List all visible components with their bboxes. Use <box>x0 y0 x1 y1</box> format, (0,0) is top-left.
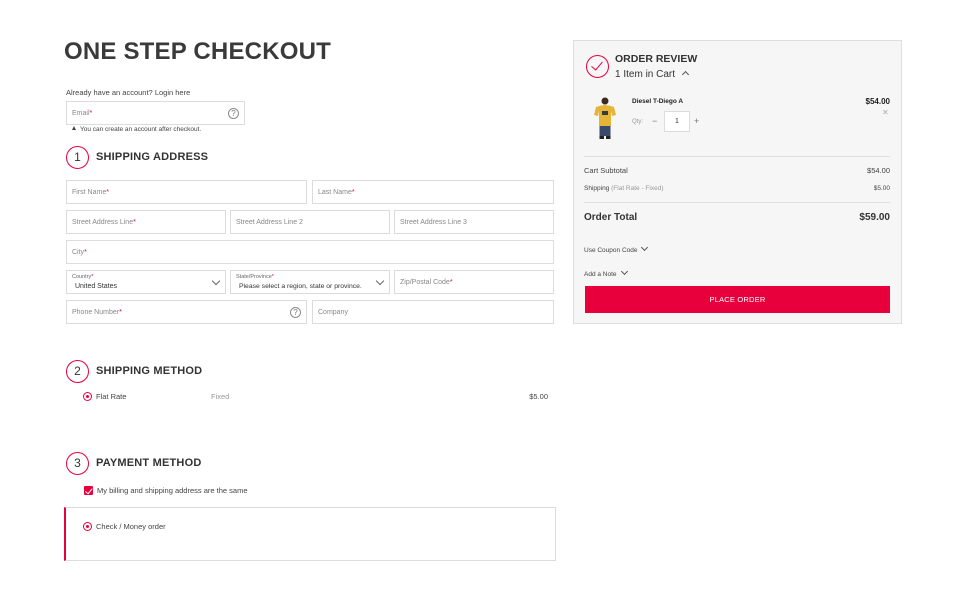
street-line-1-field[interactable]: Street Address Line* <box>66 210 226 234</box>
chevron-up-icon <box>681 70 689 79</box>
phone-placeholder: Phone Number* <box>72 309 122 316</box>
qty-input[interactable]: 1 <box>664 111 690 132</box>
country-select[interactable]: Country* United States <box>66 270 226 294</box>
order-total-label: Order Total <box>584 212 638 223</box>
same-address-label: My billing and shipping address are the … <box>97 486 248 495</box>
last-name-field[interactable]: Last Name* <box>312 180 554 204</box>
coupon-code-link[interactable]: Use Coupon Code <box>584 243 649 254</box>
payment-option-box[interactable] <box>64 507 556 561</box>
question-circle-icon[interactable]: ? <box>228 108 239 119</box>
divider <box>584 156 890 157</box>
items-in-cart-toggle[interactable]: 1 Item in Cart <box>615 69 689 80</box>
state-value: Please select a region, state or provinc… <box>239 283 362 290</box>
flat-rate-label: Flat Rate <box>96 392 127 401</box>
shipping-method-title: SHIPPING METHOD <box>96 365 203 377</box>
product-price: $54.00 <box>865 97 890 106</box>
flat-rate-price: $5.00 <box>529 392 548 401</box>
cart-subtotal-label: Cart Subtotal <box>584 166 628 175</box>
add-note-link[interactable]: Add a Note <box>584 267 628 278</box>
chevron-down-icon <box>620 267 628 276</box>
items-count-text: 1 Item in Cart <box>615 69 676 80</box>
chevron-down-icon <box>211 276 221 286</box>
qty-increase-button[interactable]: + <box>694 116 699 126</box>
city-placeholder: City* <box>72 249 87 256</box>
company-field[interactable]: Company <box>312 300 554 324</box>
shipping-summary-label: Shipping (Flat Rate - Fixed) <box>584 185 664 192</box>
flat-rate-radio[interactable] <box>83 392 92 401</box>
zip-placeholder: Zip/Postal Code* <box>400 279 453 286</box>
step-2-badge: 2 <box>66 360 89 383</box>
place-order-button[interactable]: PLACE ORDER <box>585 286 890 313</box>
shipping-address-title: SHIPPING ADDRESS <box>96 151 209 163</box>
state-label: State/Province* <box>236 274 274 280</box>
country-value: United States <box>75 283 118 290</box>
payment-method-title: PAYMENT METHOD <box>96 457 202 469</box>
login-prompt-text: Already have an account? <box>66 88 153 97</box>
order-total-value: $59.00 <box>859 212 890 223</box>
order-review-title: ORDER REVIEW <box>615 53 698 65</box>
street-line-1-placeholder: Street Address Line* <box>72 219 136 226</box>
street-line-2-placeholder: Street Address Line 2 <box>236 219 303 226</box>
flat-rate-type: Fixed <box>211 392 230 401</box>
email-placeholder: Email* <box>72 110 93 117</box>
check-circle-icon <box>586 55 609 78</box>
street-line-3-placeholder: Street Address Line 3 <box>400 219 467 226</box>
qty-decrease-button[interactable]: − <box>652 116 657 126</box>
qty-label: Qty: <box>632 119 644 125</box>
chevron-down-icon <box>641 243 649 252</box>
first-name-field[interactable]: First Name* <box>66 180 307 204</box>
account-hint: You can create an account after checkout… <box>72 126 201 133</box>
question-circle-icon[interactable]: ? <box>290 307 301 318</box>
street-line-2-field[interactable]: Street Address Line 2 <box>230 210 390 234</box>
phone-field[interactable]: Phone Number* ? <box>66 300 307 324</box>
same-address-checkbox[interactable] <box>84 486 93 495</box>
state-select[interactable]: State/Province* Please select a region, … <box>230 270 390 294</box>
last-name-placeholder: Last Name* <box>318 189 355 196</box>
zip-field[interactable]: Zip/Postal Code* <box>394 270 554 294</box>
email-field[interactable]: Email* ? <box>66 101 245 125</box>
check-money-order-label: Check / Money order <box>96 522 166 531</box>
country-label: Country* <box>72 274 94 280</box>
city-field[interactable]: City* <box>66 240 554 264</box>
step-3-badge: 3 <box>66 452 89 475</box>
triangle-up-icon <box>72 126 76 130</box>
shipping-summary-value: $5.00 <box>873 185 890 192</box>
step-1-badge: 1 <box>66 146 89 169</box>
order-review-panel <box>573 40 902 324</box>
check-money-order-radio[interactable] <box>83 522 92 531</box>
login-prompt: Already have an account? Login here <box>66 88 190 97</box>
first-name-placeholder: First Name* <box>72 189 109 196</box>
divider <box>584 202 890 203</box>
remove-item-icon[interactable]: ✕ <box>882 108 889 117</box>
company-placeholder: Company <box>318 309 348 316</box>
page-title: ONE STEP CHECKOUT <box>64 38 331 65</box>
cart-subtotal-value: $54.00 <box>867 166 890 175</box>
chevron-down-icon <box>375 276 385 286</box>
street-line-3-field[interactable]: Street Address Line 3 <box>394 210 554 234</box>
login-link[interactable]: Login here <box>155 88 190 97</box>
product-image <box>594 97 616 139</box>
product-name[interactable]: Diesel T-Diego A <box>632 98 683 105</box>
